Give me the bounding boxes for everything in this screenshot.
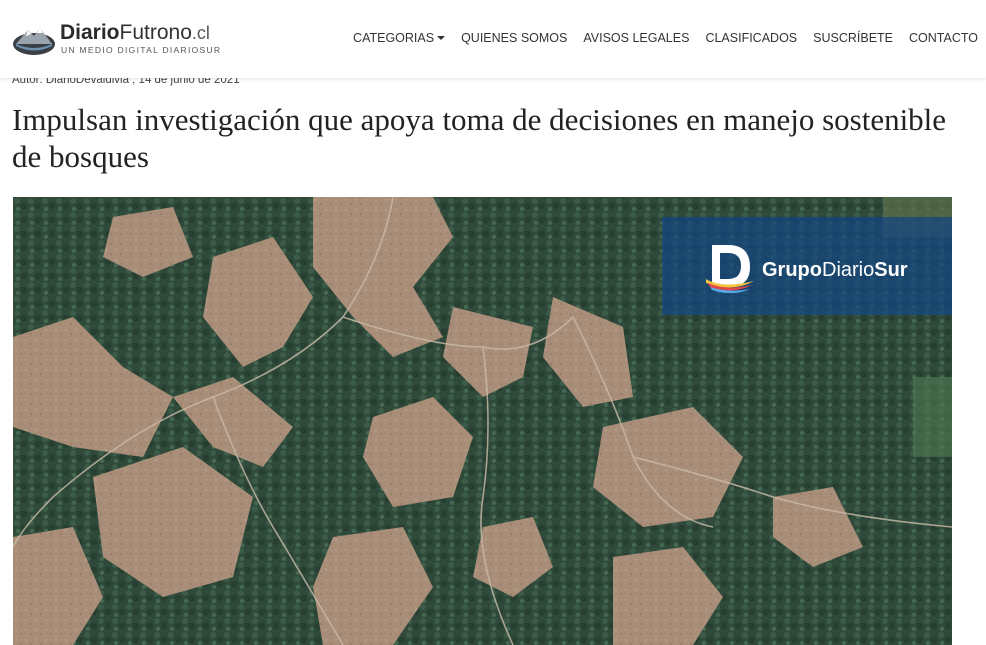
nav-avisos-legales[interactable]: AVISOS LEGALES: [583, 31, 689, 45]
logo-tagline: UN MEDIO DIGITAL DIARIOSUR: [61, 45, 222, 55]
nav-suscribete[interactable]: SUSCRÍBETE: [813, 31, 893, 45]
logo-tld: .cl: [191, 23, 210, 43]
nav-categorias[interactable]: CATEGORIAS: [353, 31, 446, 45]
chevron-down-icon: [437, 36, 446, 40]
nav-clasificados[interactable]: CLASIFICADOS: [705, 31, 797, 45]
site-logo[interactable]: DiarioFutrono.cl UN MEDIO DIGITAL DIARIO…: [12, 18, 272, 62]
article-headline: Impulsan investigación que apoya toma de…: [12, 102, 947, 174]
nav-quienes-somos[interactable]: QUIENES SOMOS: [461, 31, 567, 45]
site-header: DiarioFutrono.cl UN MEDIO DIGITAL DIARIO…: [0, 0, 986, 78]
main-menu: CATEGORIAS QUIENES SOMOS AVISOS LEGALES …: [353, 31, 978, 45]
logo-regular: Futrono: [119, 21, 192, 44]
nav-contacto[interactable]: CONTACTO: [909, 31, 978, 45]
grupo-diariosur-watermark: GrupoDiarioSur: [662, 217, 952, 315]
watermark-part2: Diario: [822, 259, 875, 281]
watermark-part3: Sur: [874, 259, 908, 281]
article-image: GrupoDiarioSur: [13, 197, 952, 645]
watermark-part1: Grupo: [762, 259, 822, 281]
logo-bold: Diario: [60, 21, 120, 44]
mountain-lake-icon: [13, 28, 55, 55]
watermark-text: GrupoDiarioSur: [762, 259, 908, 282]
logo-wordmark: DiarioFutrono.cl: [60, 21, 210, 45]
grupo-diariosur-d-icon: [706, 245, 754, 293]
nav-categorias-label: CATEGORIAS: [353, 31, 435, 45]
